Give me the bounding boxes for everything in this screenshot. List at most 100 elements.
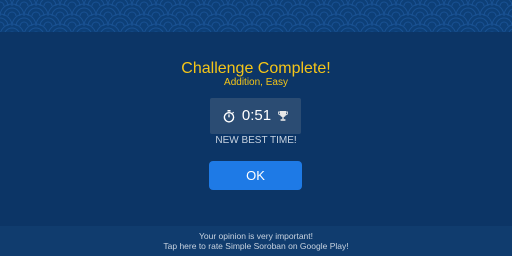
wave-arc (508, 28, 512, 32)
wave-arc (295, 11, 305, 17)
wave-arc (148, 27, 164, 32)
wave-arc (91, 21, 101, 27)
wave-arc (100, 27, 116, 32)
wave-arc (175, 11, 185, 17)
wave-arc (491, 0, 495, 7)
wave-arc (19, 1, 29, 7)
wave-arc (391, 11, 401, 17)
wave-arc (259, 21, 269, 27)
wave-arc (451, 21, 461, 27)
wave-arc (427, 21, 437, 27)
wave-arc (139, 1, 149, 7)
wave-arc (220, 27, 236, 32)
rate-prompt-line-2: Tap here to rate Simple Soroban on Googl… (163, 241, 349, 251)
wave-arc (207, 0, 225, 7)
wave-arc (436, 27, 452, 32)
wave-arc (244, 27, 260, 32)
time-panel: 0:51 (210, 98, 301, 134)
wave-arc (319, 11, 329, 17)
wave-arc (399, 0, 417, 7)
wave-arc (235, 21, 245, 27)
wave-arc (307, 21, 317, 27)
wave-arc (403, 1, 413, 7)
wave-arc (79, 11, 89, 17)
wave-arc (115, 1, 125, 7)
challenge-subtitle: Addition, Easy (224, 77, 288, 88)
wave-arc (451, 1, 461, 7)
wave-arc (163, 1, 173, 7)
wave-arc (255, 0, 273, 7)
wave-arc (124, 27, 140, 32)
wave-pattern (0, 0, 512, 32)
wave-arc (355, 21, 365, 27)
wave-arc (388, 27, 404, 32)
wave-arc (91, 1, 101, 7)
wave-arc (307, 1, 317, 7)
wave-arc (331, 1, 341, 7)
wave-arc (43, 1, 53, 7)
wave-pattern-header (0, 0, 512, 32)
wave-arc (4, 27, 20, 32)
wave-arc (423, 0, 441, 7)
wave-arc (268, 27, 284, 32)
wave-arc (235, 1, 245, 7)
wave-arc (151, 11, 161, 17)
wave-arc (279, 0, 297, 7)
wave-arc (183, 0, 201, 7)
wave-arc (412, 27, 428, 32)
wave-arc (484, 27, 500, 32)
wave-arc (111, 0, 129, 7)
wave-arc (76, 27, 92, 32)
wave-arc (196, 27, 212, 32)
wave-arc (283, 1, 293, 7)
wave-arc (271, 11, 281, 17)
wave-arc (172, 27, 188, 32)
wave-arc (379, 1, 389, 7)
wave-arc (331, 21, 341, 27)
new-best-time-label: NEW BEST TIME! (215, 135, 297, 146)
wave-arc (495, 0, 512, 7)
wave-arc (127, 11, 137, 17)
ok-button[interactable]: OK (209, 161, 302, 190)
wave-arc (427, 1, 437, 7)
wave-arc (19, 21, 29, 27)
wave-arc (447, 0, 465, 7)
wave-arc (211, 1, 221, 7)
trophy-icon (278, 110, 288, 122)
wave-arc (259, 1, 269, 7)
challenge-complete-screen: Challenge Complete! Addition, Easy 0:51 … (0, 0, 512, 256)
wave-arc (52, 27, 68, 32)
wave-arc (355, 1, 365, 7)
wave-arc (87, 0, 105, 7)
wave-arc (487, 11, 497, 17)
wave-arc (223, 11, 233, 17)
wave-arc (475, 1, 485, 7)
wave-arc (187, 1, 197, 7)
wave-arc (67, 21, 77, 27)
wave-arc (103, 11, 113, 17)
wave-arc (403, 21, 413, 27)
wave-arc (460, 27, 476, 32)
rate-app-banner[interactable]: Your opinion is very important! Tap here… (0, 226, 512, 256)
wave-arc (327, 0, 345, 7)
wave-arc (439, 11, 449, 17)
wave-arc (499, 1, 509, 7)
wave-arc (364, 27, 380, 32)
wave-arc (303, 0, 321, 7)
dialog-title: Challenge Complete! (181, 60, 331, 77)
wave-arc (283, 21, 293, 27)
wave-arc (7, 11, 17, 17)
wave-arc (31, 11, 41, 17)
wave-arc (375, 0, 393, 7)
wave-arc (463, 11, 473, 17)
wave-arc (15, 0, 33, 7)
wave-arc (39, 0, 57, 7)
wave-arc (0, 1, 5, 7)
wave-arc (211, 21, 221, 27)
wave-arc (115, 21, 125, 27)
wave-arc (67, 1, 77, 7)
wave-arc (340, 27, 356, 32)
wave-arc (63, 0, 81, 7)
wave-arc (187, 21, 197, 27)
wave-arc (415, 11, 425, 17)
